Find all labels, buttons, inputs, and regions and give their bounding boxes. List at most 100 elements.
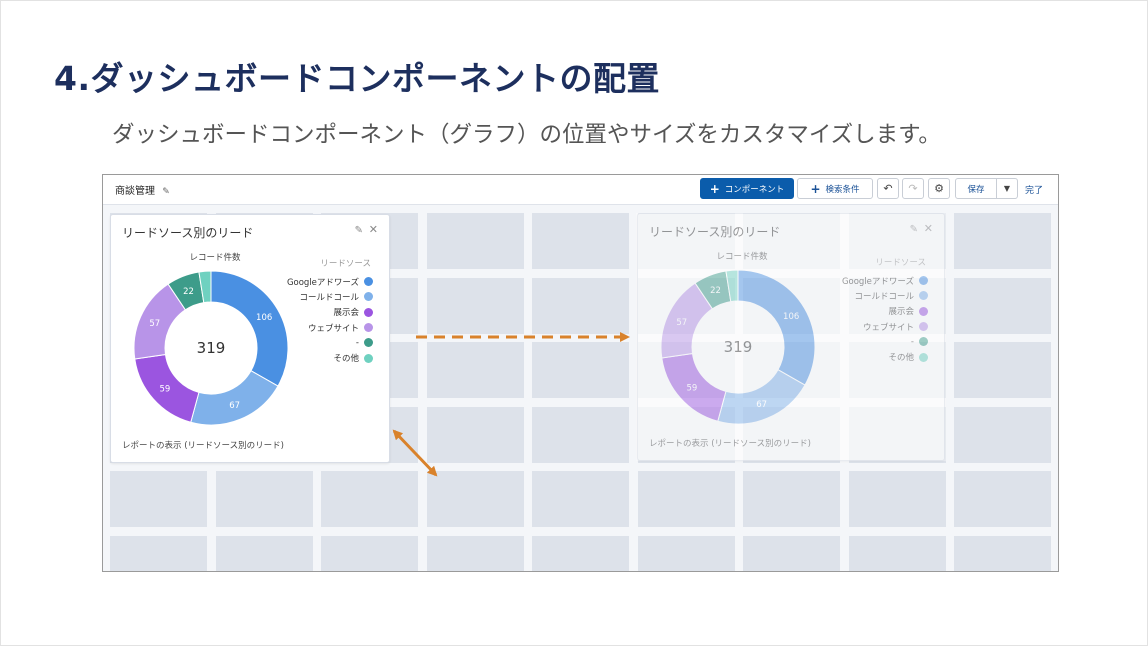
report-link: レポートの表示 (リードソース別のリード)	[649, 439, 811, 449]
donut-total: 319	[197, 339, 226, 357]
legend-item-label: ウェブサイト	[307, 323, 359, 334]
donut-slice[interactable]	[190, 370, 279, 426]
legend-swatch	[364, 338, 373, 348]
done-link[interactable]: 完了	[1025, 183, 1043, 196]
widget-title: リードソース別のリード	[649, 225, 781, 239]
widget-title: リードソース別のリード	[122, 226, 254, 240]
legend-item-label: その他	[888, 353, 914, 364]
dashboard-toolbar: 商談管理 ✎ + コンポーネント + 検索条件 ↶ ↷ ⚙ 保存 ▼ 完了	[103, 175, 1058, 205]
grid-cell	[532, 342, 629, 398]
grid-cell	[110, 471, 207, 527]
add-filter-button[interactable]: + 検索条件	[797, 178, 873, 199]
donut-total: 319	[724, 338, 753, 356]
legend-title: リードソース	[320, 259, 371, 269]
save-label: 保存	[967, 184, 985, 195]
grid-cell	[954, 535, 1051, 571]
grid-cell	[215, 471, 313, 527]
grid-cell	[426, 471, 524, 527]
legend-swatch	[364, 307, 373, 317]
dashboard-editor-screenshot: 商談管理 ✎ + コンポーネント + 検索条件 ↶ ↷ ⚙ 保存 ▼ 完了 リー…	[102, 174, 1059, 572]
grid-cell	[426, 277, 524, 334]
grid-cell	[532, 406, 629, 463]
slice-value-label: 67	[756, 400, 767, 410]
close-icon: ✕	[923, 222, 933, 235]
legend-item-label: 展示会	[888, 307, 914, 318]
legend-title: リードソース	[875, 258, 926, 268]
legend-item-label: コールドコール	[854, 291, 914, 302]
grid-cell	[637, 535, 735, 571]
legend-swatch	[919, 322, 928, 332]
grid-cell	[532, 213, 629, 269]
slide-subtitle: ダッシュボードコンポーネント（グラフ）の位置やサイズをカスタマイズします。	[112, 122, 941, 148]
add-filter-label: 検索条件	[825, 184, 860, 195]
legend-swatch	[364, 292, 373, 302]
grid-cell	[848, 471, 946, 527]
dashboard-name-label: 商談管理	[115, 186, 155, 197]
slide-title: 4.ダッシュボードコンポーネントの配置	[54, 59, 660, 98]
report-link[interactable]: レポートの表示 (リードソース別のリード)	[122, 439, 284, 451]
plus-icon: +	[709, 181, 720, 196]
grid-cell	[426, 406, 524, 463]
donut-slice[interactable]	[737, 269, 816, 386]
widget-drop-preview: リードソース別のリード ✎ ✕ レコード件数 リードソース Googleアドワー…	[637, 213, 945, 461]
grid-cell	[848, 535, 946, 571]
legend-item-label: その他	[333, 354, 359, 365]
grid-cell	[954, 213, 1051, 269]
legend-item-label: ウェブサイト	[862, 322, 914, 333]
measure-label: レコード件数	[716, 252, 768, 262]
grid-cell	[637, 471, 735, 527]
legend-swatch	[919, 291, 928, 301]
donut-slice[interactable]	[717, 369, 806, 425]
legend-swatch	[919, 352, 928, 362]
legend-swatch	[364, 323, 373, 333]
grid-cell	[743, 535, 840, 571]
pencil-icon: ✎	[909, 224, 918, 235]
pencil-icon[interactable]: ✎	[355, 225, 363, 236]
gear-icon: ⚙	[934, 182, 944, 195]
slice-value-label: 106	[783, 312, 799, 322]
grid-cell	[321, 471, 418, 527]
donut-chart: 106 67 59 57 22 319	[133, 270, 289, 426]
slice-value-label: 67	[229, 401, 240, 411]
legend-swatch	[364, 353, 373, 363]
legend-swatch	[919, 337, 928, 347]
slice-value-label: 57	[676, 318, 687, 328]
grid-cell	[954, 471, 1051, 527]
measure-label: レコード件数	[189, 253, 241, 263]
grid-cell	[110, 535, 207, 571]
donut-slice[interactable]	[210, 270, 289, 387]
grid-cell	[426, 342, 524, 398]
slice-value-label: 106	[256, 313, 272, 323]
pencil-icon[interactable]: ✎	[162, 187, 170, 197]
grid-cell	[954, 342, 1051, 398]
slice-value-label: 59	[687, 384, 698, 394]
legend-swatch	[364, 277, 373, 287]
chevron-down-icon: ▼	[1003, 184, 1011, 193]
undo-button[interactable]: ↶	[877, 178, 899, 199]
grid-cell	[426, 535, 524, 571]
redo-icon: ↷	[908, 182, 918, 195]
save-button[interactable]: 保存	[955, 178, 997, 199]
undo-icon: ↶	[883, 182, 893, 195]
close-icon[interactable]: ✕	[369, 223, 378, 236]
save-menu-button[interactable]: ▼	[996, 178, 1018, 199]
slice-value-label: 22	[710, 286, 721, 296]
grid-cell	[215, 535, 313, 571]
legend-item-label: -	[355, 337, 359, 348]
legend-item-label: コールドコール	[299, 292, 359, 303]
redo-button[interactable]: ↷	[902, 178, 924, 199]
legend-item-label: Googleアドワーズ	[841, 276, 914, 287]
legend-item-label: 展示会	[333, 308, 359, 319]
legend-swatch	[919, 276, 928, 286]
add-component-button[interactable]: + コンポーネント	[700, 178, 794, 199]
add-component-label: コンポーネント	[724, 184, 785, 195]
lead-source-widget[interactable]: リードソース別のリード ✎ ✕ レコード件数 リードソース Googleアドワー…	[110, 214, 390, 463]
plus-icon: +	[810, 181, 821, 196]
slice-value-label: 22	[183, 287, 194, 297]
grid-cell	[532, 535, 629, 571]
settings-button[interactable]: ⚙	[928, 178, 950, 199]
slice-value-label: 59	[160, 385, 171, 395]
grid-cell	[532, 471, 629, 527]
donut-chart: 106 67 59 57 22 319	[660, 269, 816, 425]
grid-cell	[532, 277, 629, 334]
